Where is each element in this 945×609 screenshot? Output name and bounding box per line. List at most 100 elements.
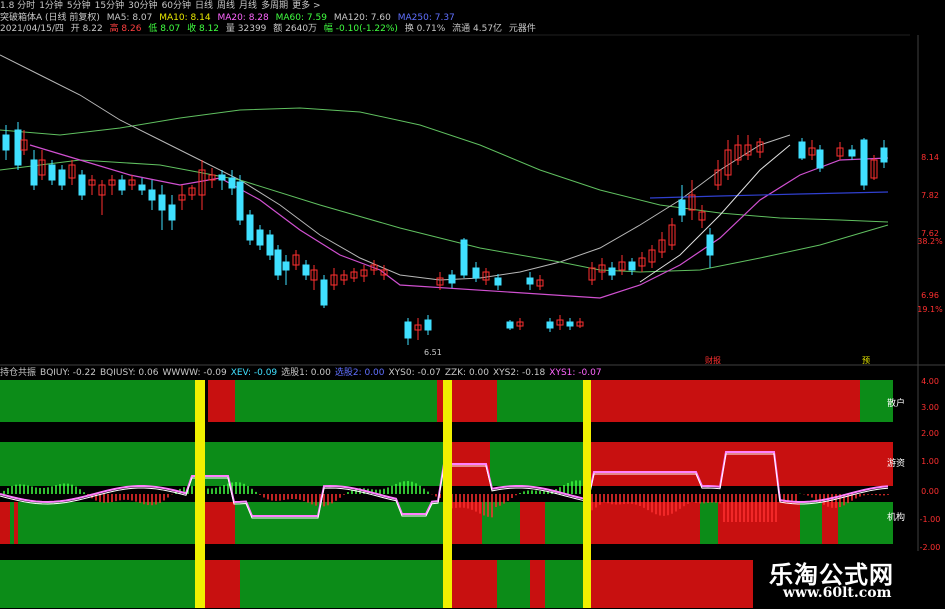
- event-label: 财报: [705, 355, 721, 365]
- candle-body: [628, 261, 636, 271]
- regime-band-segment: [497, 380, 587, 422]
- regime-band-segment: [240, 560, 452, 608]
- candle-body: [236, 181, 244, 221]
- candle-body: [424, 319, 432, 331]
- watermark-url: www.60lt.com: [783, 585, 892, 601]
- price-axis-label: 8.14: [921, 153, 939, 162]
- candle-body: [58, 169, 66, 186]
- regime-band-segment: [235, 502, 452, 544]
- candle-body: [218, 174, 226, 181]
- event-label: 预: [862, 355, 870, 365]
- regime-band-segment: [545, 560, 583, 608]
- candle-body: [320, 279, 328, 306]
- candle-body: [678, 199, 686, 216]
- regime-band-segment: [14, 502, 18, 544]
- regime-band-segment: [0, 502, 10, 544]
- regime-band-segment: [838, 502, 893, 544]
- candle-body: [168, 204, 176, 221]
- candle-body: [404, 321, 412, 339]
- regime-band-segment: [800, 502, 822, 544]
- band-label: 机构: [887, 511, 905, 523]
- candle-body: [460, 239, 468, 276]
- regime-band-segment: [583, 442, 893, 486]
- regime-band-segment: [201, 442, 452, 486]
- candle-body: [608, 267, 616, 276]
- band-label: 散户: [887, 397, 905, 409]
- candle-body: [228, 177, 236, 189]
- candle-body: [14, 129, 22, 166]
- regime-band-segment: [452, 502, 482, 544]
- candle-body: [860, 139, 868, 186]
- regime-band-segment: [0, 380, 195, 422]
- candle-body: [546, 321, 554, 329]
- regime-band-segment: [490, 442, 583, 486]
- regime-band-segment: [822, 502, 838, 544]
- candle-body: [448, 274, 456, 284]
- candle-body: [472, 267, 480, 279]
- candle-body: [880, 147, 888, 163]
- candle-body: [274, 249, 282, 276]
- candle-body: [798, 141, 806, 159]
- ma-line-short: [639, 144, 791, 283]
- regime-band-segment: [235, 380, 437, 422]
- ma-line-magenta: [29, 144, 889, 299]
- candlestick-chart[interactable]: 8.147.827.6238.2%6.9619.1%6.51财报预: [0, 0, 945, 366]
- candle-body: [158, 194, 166, 211]
- regime-band-segment: [437, 380, 443, 422]
- regime-band-segment: [205, 502, 235, 544]
- candle-body: [706, 234, 714, 256]
- regime-band-segment: [205, 560, 240, 608]
- ma-line-blue: [649, 191, 889, 199]
- signal-marker: [443, 380, 452, 608]
- candle-body: [30, 159, 38, 186]
- candle-body: [566, 321, 574, 327]
- regime-band-segment: [530, 560, 545, 608]
- regime-band-segment: [583, 560, 755, 608]
- price-axis-label: 7.82: [921, 191, 939, 200]
- candle-body: [246, 214, 254, 241]
- price-axis-label: 6.96: [921, 291, 939, 300]
- signal-marker: [583, 380, 591, 608]
- regime-band-segment: [700, 502, 718, 544]
- indicator-axis-label: -1.00: [920, 515, 941, 524]
- watermark: 乐淘公式网 www.60lt.com: [753, 551, 945, 609]
- candle-body: [138, 184, 146, 191]
- regime-band-segment: [0, 560, 205, 608]
- regime-band-segment: [497, 560, 530, 608]
- price-axis-label: 38.2%: [917, 237, 943, 246]
- candle-body: [118, 179, 126, 191]
- candle-body: [816, 149, 824, 169]
- regime-band-segment: [10, 502, 14, 544]
- candle-body: [282, 261, 290, 271]
- price-axis-label: 19.1%: [917, 305, 943, 314]
- signal-marker: [195, 380, 205, 608]
- candle-body: [78, 174, 86, 196]
- candle-body: [848, 149, 856, 157]
- regime-band-segment: [718, 502, 800, 544]
- indicator-axis-label: 2.00: [921, 429, 939, 438]
- candle-body: [48, 164, 56, 181]
- regime-band-segment: [452, 560, 497, 608]
- regime-band-segment: [587, 380, 860, 422]
- regime-band-segment: [545, 502, 583, 544]
- candle-body: [302, 264, 310, 276]
- regime-band-segment: [18, 502, 205, 544]
- candle-body: [506, 321, 514, 329]
- indicator-axis-label: 3.00: [921, 403, 939, 412]
- low-price-label: 6.51: [424, 348, 442, 357]
- candle-body: [148, 189, 156, 201]
- regime-band-segment: [0, 442, 198, 486]
- indicator-axis-label: 0.00: [921, 487, 939, 496]
- band-label: 游资: [887, 457, 905, 469]
- regime-band-segment: [208, 380, 235, 422]
- indicator-axis-label: 4.00: [921, 377, 939, 386]
- candle-body: [2, 134, 10, 151]
- candle-body: [494, 277, 502, 286]
- indicator-axis-label: 1.00: [921, 457, 939, 466]
- candle-body: [526, 277, 534, 285]
- candle-body: [266, 234, 274, 256]
- candle-body: [256, 229, 264, 246]
- regime-band-segment: [583, 502, 700, 544]
- regime-band-segment: [520, 502, 545, 544]
- regime-band-segment: [447, 380, 497, 422]
